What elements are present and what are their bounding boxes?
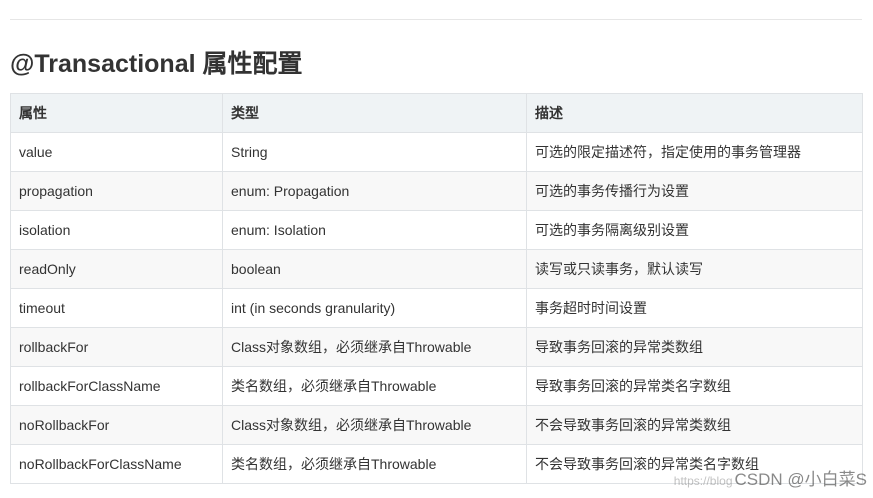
cell-attribute: propagation: [10, 171, 223, 211]
column-header-description: 描述: [526, 93, 863, 133]
table-row: propagation enum: Propagation 可选的事务传播行为设…: [10, 171, 863, 211]
cell-description: 不会导致事务回滚的异常类名字数组: [526, 444, 863, 484]
cell-description: 事务超时时间设置: [526, 288, 863, 328]
table-header-row: 属性 类型 描述: [10, 93, 863, 133]
cell-type: String: [222, 132, 527, 172]
cell-type: enum: Propagation: [222, 171, 527, 211]
table-row: rollbackForClassName 类名数组，必须继承自Throwable…: [10, 366, 863, 406]
column-header-attribute: 属性: [10, 93, 223, 133]
table-row: isolation enum: Isolation 可选的事务隔离级别设置: [10, 210, 863, 250]
table-header: 属性 类型 描述: [10, 93, 863, 133]
cell-attribute: rollbackFor: [10, 327, 223, 367]
attributes-table: 属性 类型 描述 value String 可选的限定描述符，指定使用的事务管理…: [10, 93, 863, 484]
top-divider: [10, 19, 862, 20]
table-row: readOnly boolean 读写或只读事务，默认读写: [10, 249, 863, 289]
cell-description: 导致事务回滚的异常类名字数组: [526, 366, 863, 406]
cell-attribute: readOnly: [10, 249, 223, 289]
cell-description: 可选的限定描述符，指定使用的事务管理器: [526, 132, 863, 172]
cell-attribute: value: [10, 132, 223, 172]
cell-type: enum: Isolation: [222, 210, 527, 250]
cell-attribute: timeout: [10, 288, 223, 328]
attributes-table-container: 属性 类型 描述 value String 可选的限定描述符，指定使用的事务管理…: [10, 93, 863, 484]
table-row: rollbackFor Class对象数组，必须继承自Throwable 导致事…: [10, 327, 863, 367]
section-heading: @Transactional 属性配置: [10, 50, 303, 78]
cell-type: 类名数组，必须继承自Throwable: [222, 444, 527, 484]
cell-description: 可选的事务隔离级别设置: [526, 210, 863, 250]
cell-description: 不会导致事务回滚的异常类数组: [526, 405, 863, 445]
cell-attribute: noRollbackFor: [10, 405, 223, 445]
table-row: value String 可选的限定描述符，指定使用的事务管理器: [10, 132, 863, 172]
cell-attribute: isolation: [10, 210, 223, 250]
cell-type: 类名数组，必须继承自Throwable: [222, 366, 527, 406]
table-row: noRollbackForClassName 类名数组，必须继承自Throwab…: [10, 444, 863, 484]
cell-type: Class对象数组，必须继承自Throwable: [222, 405, 527, 445]
cell-attribute: noRollbackForClassName: [10, 444, 223, 484]
column-header-type: 类型: [222, 93, 527, 133]
cell-type: boolean: [222, 249, 527, 289]
cell-description: 读写或只读事务，默认读写: [526, 249, 863, 289]
cell-type: Class对象数组，必须继承自Throwable: [222, 327, 527, 367]
cell-description: 导致事务回滚的异常类数组: [526, 327, 863, 367]
cell-description: 可选的事务传播行为设置: [526, 171, 863, 211]
table-row: timeout int (in seconds granularity) 事务超…: [10, 288, 863, 328]
cell-type: int (in seconds granularity): [222, 288, 527, 328]
cell-attribute: rollbackForClassName: [10, 366, 223, 406]
table-row: noRollbackFor Class对象数组，必须继承自Throwable 不…: [10, 405, 863, 445]
table-body: value String 可选的限定描述符，指定使用的事务管理器 propaga…: [10, 132, 863, 484]
